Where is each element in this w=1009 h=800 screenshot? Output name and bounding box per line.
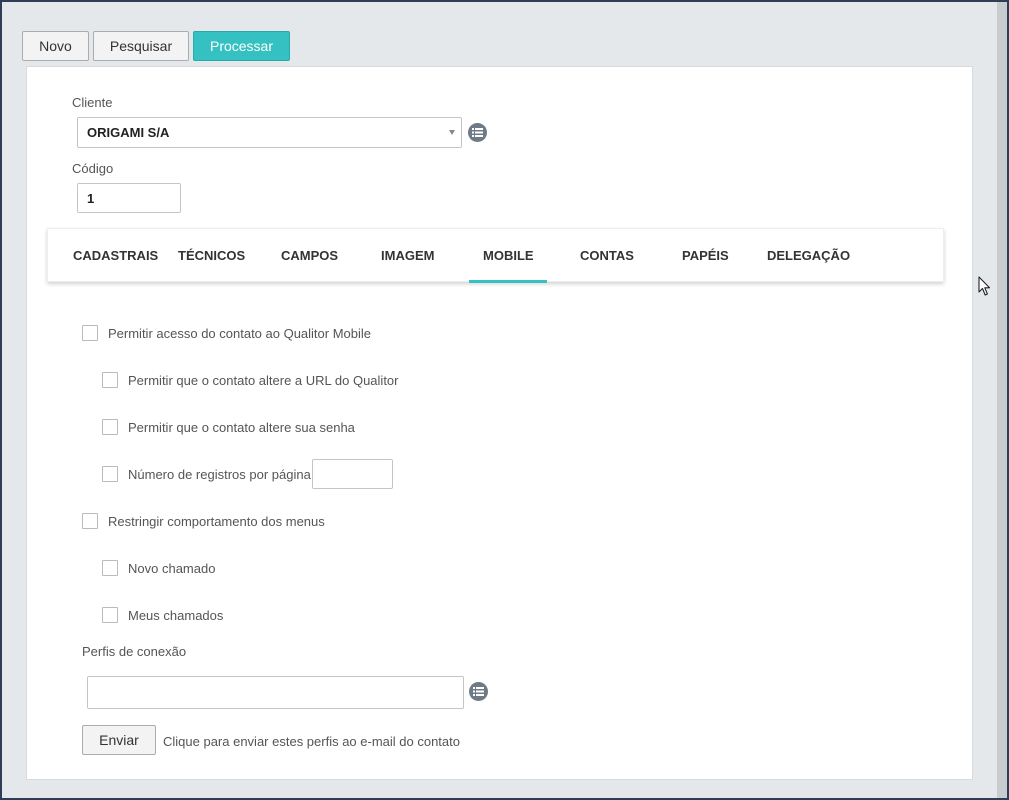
registros-label: Número de registros por página (128, 466, 311, 482)
toolbar: Novo Pesquisar Processar (22, 31, 290, 61)
permitir-acesso-checkbox[interactable] (82, 325, 98, 341)
tab-cadastrais[interactable]: CADASTRAIS (73, 229, 158, 282)
form-card: Cliente ORIGAMI S/A Código 1 CADASTRAIS … (26, 66, 973, 780)
registros-checkbox[interactable] (102, 466, 118, 482)
enviar-button[interactable]: Enviar (82, 725, 156, 755)
list-icon[interactable] (469, 682, 488, 701)
novo-chamado-label: Novo chamado (128, 560, 216, 576)
meus-chamados-checkbox[interactable] (102, 607, 118, 623)
enviar-hint: Clique para enviar estes perfis ao e-mai… (163, 734, 460, 749)
tab-mobile[interactable]: MOBILE (469, 229, 547, 283)
alterar-senha-checkbox[interactable] (102, 419, 118, 435)
tab-delegacao[interactable]: DELEGAÇÃO (767, 229, 850, 282)
meus-chamados-label: Meus chamados (128, 607, 224, 623)
codigo-value: 1 (87, 190, 95, 206)
pesquisar-button[interactable]: Pesquisar (93, 31, 189, 61)
permitir-acesso-option: Permitir acesso do contato ao Qualitor M… (82, 325, 371, 341)
alterar-url-option: Permitir que o contato altere a URL do Q… (102, 372, 399, 388)
cliente-select-value: ORIGAMI S/A (87, 125, 170, 140)
tab-papeis[interactable]: PAPÉIS (682, 229, 729, 282)
codigo-input[interactable]: 1 (77, 183, 181, 213)
meus-chamados-option: Meus chamados (102, 607, 223, 623)
registros-option: Número de registros por página (102, 466, 311, 482)
alterar-senha-option: Permitir que o contato altere sua senha (102, 419, 355, 435)
alterar-url-label: Permitir que o contato altere a URL do Q… (128, 372, 399, 388)
registros-input[interactable] (312, 459, 393, 489)
restringir-menus-checkbox[interactable] (82, 513, 98, 529)
caret-down-icon (449, 130, 455, 135)
perfis-label: Perfis de conexão (82, 644, 187, 659)
mouse-cursor-icon (978, 276, 992, 300)
permitir-acesso-label: Permitir acesso do contato ao Qualitor M… (108, 325, 372, 341)
cliente-label: Cliente (72, 95, 113, 110)
cliente-select[interactable]: ORIGAMI S/A (77, 117, 462, 148)
novo-chamado-checkbox[interactable] (102, 560, 118, 576)
perfis-input[interactable] (87, 676, 464, 709)
tab-campos[interactable]: CAMPOS (281, 229, 338, 282)
tab-tecnicos[interactable]: TÉCNICOS (178, 229, 245, 282)
novo-chamado-option: Novo chamado (102, 560, 215, 576)
novo-button[interactable]: Novo (22, 31, 89, 61)
codigo-label: Código (72, 161, 114, 176)
restringir-menus-label: Restringir comportamento dos menus (108, 513, 325, 529)
restringir-menus-option: Restringir comportamento dos menus (82, 513, 325, 529)
alterar-senha-label: Permitir que o contato altere sua senha (128, 419, 355, 435)
processar-button[interactable]: Processar (193, 31, 290, 61)
list-icon[interactable] (468, 123, 487, 142)
alterar-url-checkbox[interactable] (102, 372, 118, 388)
vertical-scrollbar[interactable] (997, 2, 1007, 798)
tab-imagem[interactable]: IMAGEM (381, 229, 434, 282)
tab-bar: CADASTRAIS TÉCNICOS CAMPOS IMAGEM MOBILE… (47, 228, 944, 283)
tab-contas[interactable]: CONTAS (580, 229, 634, 282)
